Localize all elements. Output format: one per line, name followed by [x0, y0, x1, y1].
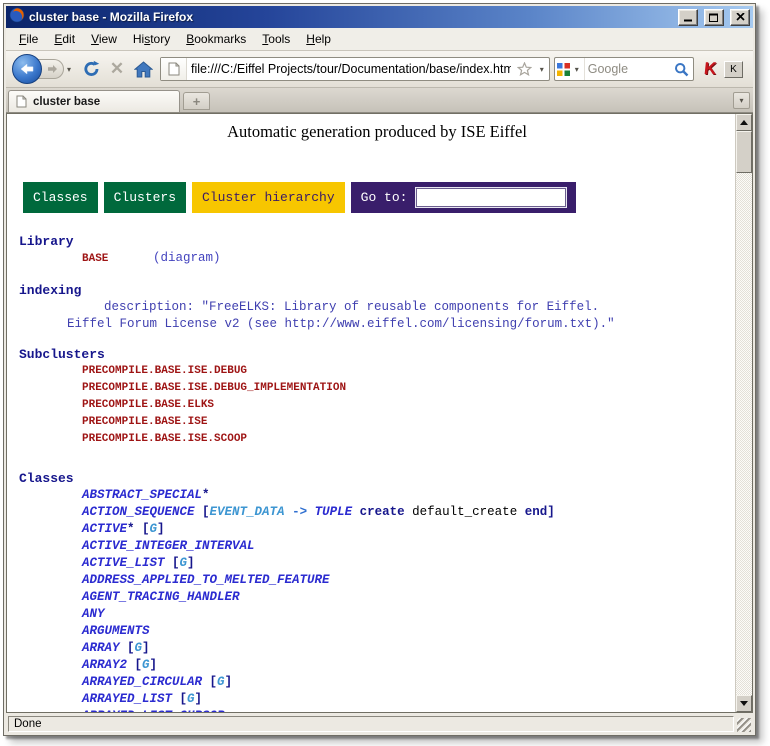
library-heading: Library — [19, 233, 735, 250]
recent-pages-dropdown[interactable]: ▾ — [64, 65, 74, 74]
doc-nav-buttons: Classes Clusters Cluster hierarchy Go to… — [23, 182, 735, 213]
class-link[interactable]: AGENT_TRACING_HANDLER — [19, 589, 735, 606]
tab-cluster-base[interactable]: cluster base — [8, 90, 180, 112]
forward-arrow-icon — [47, 64, 58, 74]
window-title: cluster base - Mozilla Firefox — [29, 10, 672, 24]
firefox-app-icon[interactable] — [9, 7, 25, 28]
goto-panel: Go to: — [351, 182, 577, 213]
subclusters-list: PRECOMPILE.BASE.ISE.DEBUGPRECOMPILE.BASE… — [19, 363, 735, 448]
class-link[interactable]: ABSTRACT_SPECIAL* — [19, 487, 735, 504]
subclusters-section: Subclusters PRECOMPILE.BASE.ISE.DEBUGPRE… — [19, 346, 735, 448]
menu-edit[interactable]: Edit — [46, 29, 83, 49]
tab-label: cluster base — [33, 96, 100, 108]
library-name-link[interactable]: BASE — [82, 251, 153, 268]
clusters-button[interactable]: Clusters — [104, 182, 186, 213]
menu-bookmarks[interactable]: Bookmarks — [178, 29, 254, 49]
indexing-description-line2: Eiffel Forum License v2 (see http://www.… — [19, 316, 735, 333]
search-engine-selector[interactable]: ▾ — [555, 58, 585, 80]
home-button[interactable] — [130, 55, 156, 83]
address-bar[interactable]: ▾ — [160, 57, 550, 81]
classes-section: Classes ABSTRACT_SPECIAL*ACTION_SEQUENCE… — [19, 470, 735, 712]
tab-page-icon — [16, 95, 27, 108]
menu-bar: File Edit View History Bookmarks Tools H… — [6, 28, 753, 51]
subclusters-heading: Subclusters — [19, 346, 735, 363]
page-content: Automatic generation produced by ISE Eif… — [7, 114, 735, 712]
class-link[interactable]: ARRAY [G] — [19, 640, 735, 657]
k-extension-button[interactable]: K — [724, 61, 743, 78]
scroll-down-button[interactable] — [736, 695, 752, 712]
navigation-toolbar: ▾ ✕ ▾ — [6, 51, 753, 88]
class-link[interactable]: ARRAY2 [G] — [19, 657, 735, 674]
subcluster-link[interactable]: PRECOMPILE.BASE.ISE — [19, 414, 735, 431]
vertical-scrollbar[interactable] — [735, 114, 752, 712]
url-input[interactable] — [187, 62, 515, 76]
subcluster-link[interactable]: PRECOMPILE.BASE.ELKS — [19, 397, 735, 414]
classes-heading: Classes — [19, 470, 735, 487]
class-link[interactable]: ARRAYED_CIRCULAR [G] — [19, 674, 735, 691]
class-link[interactable]: ACTIVE* [G] — [19, 521, 735, 538]
goto-input[interactable] — [416, 188, 566, 207]
class-link[interactable]: ACTIVE_LIST [G] — [19, 555, 735, 572]
tab-bar: cluster base + ▾ — [6, 88, 753, 113]
search-engine-dropdown: ▾ — [572, 65, 582, 74]
library-section: Library BASE(diagram) — [19, 233, 735, 268]
url-history-dropdown[interactable]: ▾ — [535, 58, 549, 80]
reload-button[interactable] — [78, 55, 104, 83]
stop-button[interactable]: ✕ — [104, 55, 130, 83]
page-title: Automatic generation produced by ISE Eif… — [19, 122, 735, 142]
back-arrow-icon — [20, 63, 34, 75]
magnifier-icon — [674, 62, 689, 77]
bookmark-star-icon[interactable] — [515, 62, 535, 76]
class-link[interactable]: ARRAYED_LIST_CURSOR — [19, 708, 735, 712]
google-icon — [557, 63, 570, 76]
indexing-section: indexing description: "FreeELKS: Library… — [19, 282, 735, 333]
menu-history[interactable]: History — [125, 29, 178, 49]
scroll-up-icon — [740, 120, 748, 125]
list-all-tabs-dropdown[interactable]: ▾ — [733, 92, 750, 109]
search-box[interactable]: ▾ — [554, 57, 694, 81]
subcluster-link[interactable]: PRECOMPILE.BASE.ISE.SCOOP — [19, 431, 735, 448]
reload-icon — [82, 60, 101, 78]
menu-help[interactable]: Help — [298, 29, 339, 49]
class-link[interactable]: ARGUMENTS — [19, 623, 735, 640]
class-link[interactable]: ARRAYED_LIST [G] — [19, 691, 735, 708]
status-text: Done — [8, 716, 734, 732]
close-button[interactable] — [730, 9, 750, 26]
stop-icon: ✕ — [110, 59, 124, 79]
back-button[interactable] — [12, 54, 42, 84]
new-tab-button[interactable]: + — [183, 92, 210, 110]
class-link[interactable]: ANY — [19, 606, 735, 623]
search-go-button[interactable] — [671, 62, 693, 77]
scrollbar-track[interactable] — [736, 173, 752, 695]
resize-grip[interactable] — [737, 718, 751, 732]
menu-view[interactable]: View — [83, 29, 125, 49]
indexing-description-line1: description: "FreeELKS: Library of reusa… — [19, 299, 735, 316]
indexing-heading: indexing — [19, 282, 735, 299]
page-favicon — [161, 58, 187, 80]
class-link[interactable]: ADDRESS_APPLIED_TO_MELTED_FEATURE — [19, 572, 735, 589]
browser-window: cluster base - Mozilla Firefox File Edit… — [3, 3, 756, 736]
kaspersky-icon[interactable]: K — [703, 59, 717, 79]
classes-list: ABSTRACT_SPECIAL*ACTION_SEQUENCE [EVENT_… — [19, 487, 735, 712]
scrollbar-thumb[interactable] — [736, 131, 752, 173]
search-input[interactable] — [585, 62, 671, 76]
subcluster-link[interactable]: PRECOMPILE.BASE.ISE.DEBUG_IMPLEMENTATION — [19, 380, 735, 397]
classes-button[interactable]: Classes — [23, 182, 98, 213]
class-link[interactable]: ACTION_SEQUENCE [EVENT_DATA -> TUPLE cre… — [19, 504, 735, 521]
goto-label: Go to: — [361, 190, 408, 205]
minimize-button[interactable] — [678, 9, 698, 26]
subcluster-link[interactable]: PRECOMPILE.BASE.ISE.DEBUG — [19, 363, 735, 380]
menu-tools[interactable]: Tools — [254, 29, 298, 49]
diagram-link[interactable]: (diagram) — [153, 251, 221, 265]
home-icon — [134, 61, 153, 78]
cluster-hierarchy-button[interactable]: Cluster hierarchy — [192, 182, 345, 213]
title-bar: cluster base - Mozilla Firefox — [6, 6, 753, 28]
scroll-up-button[interactable] — [736, 114, 752, 131]
maximize-button[interactable] — [704, 9, 724, 26]
scroll-down-icon — [740, 701, 748, 706]
class-link[interactable]: ACTIVE_INTEGER_INTERVAL — [19, 538, 735, 555]
status-bar: Done — [6, 713, 753, 733]
menu-file[interactable]: File — [11, 29, 46, 49]
